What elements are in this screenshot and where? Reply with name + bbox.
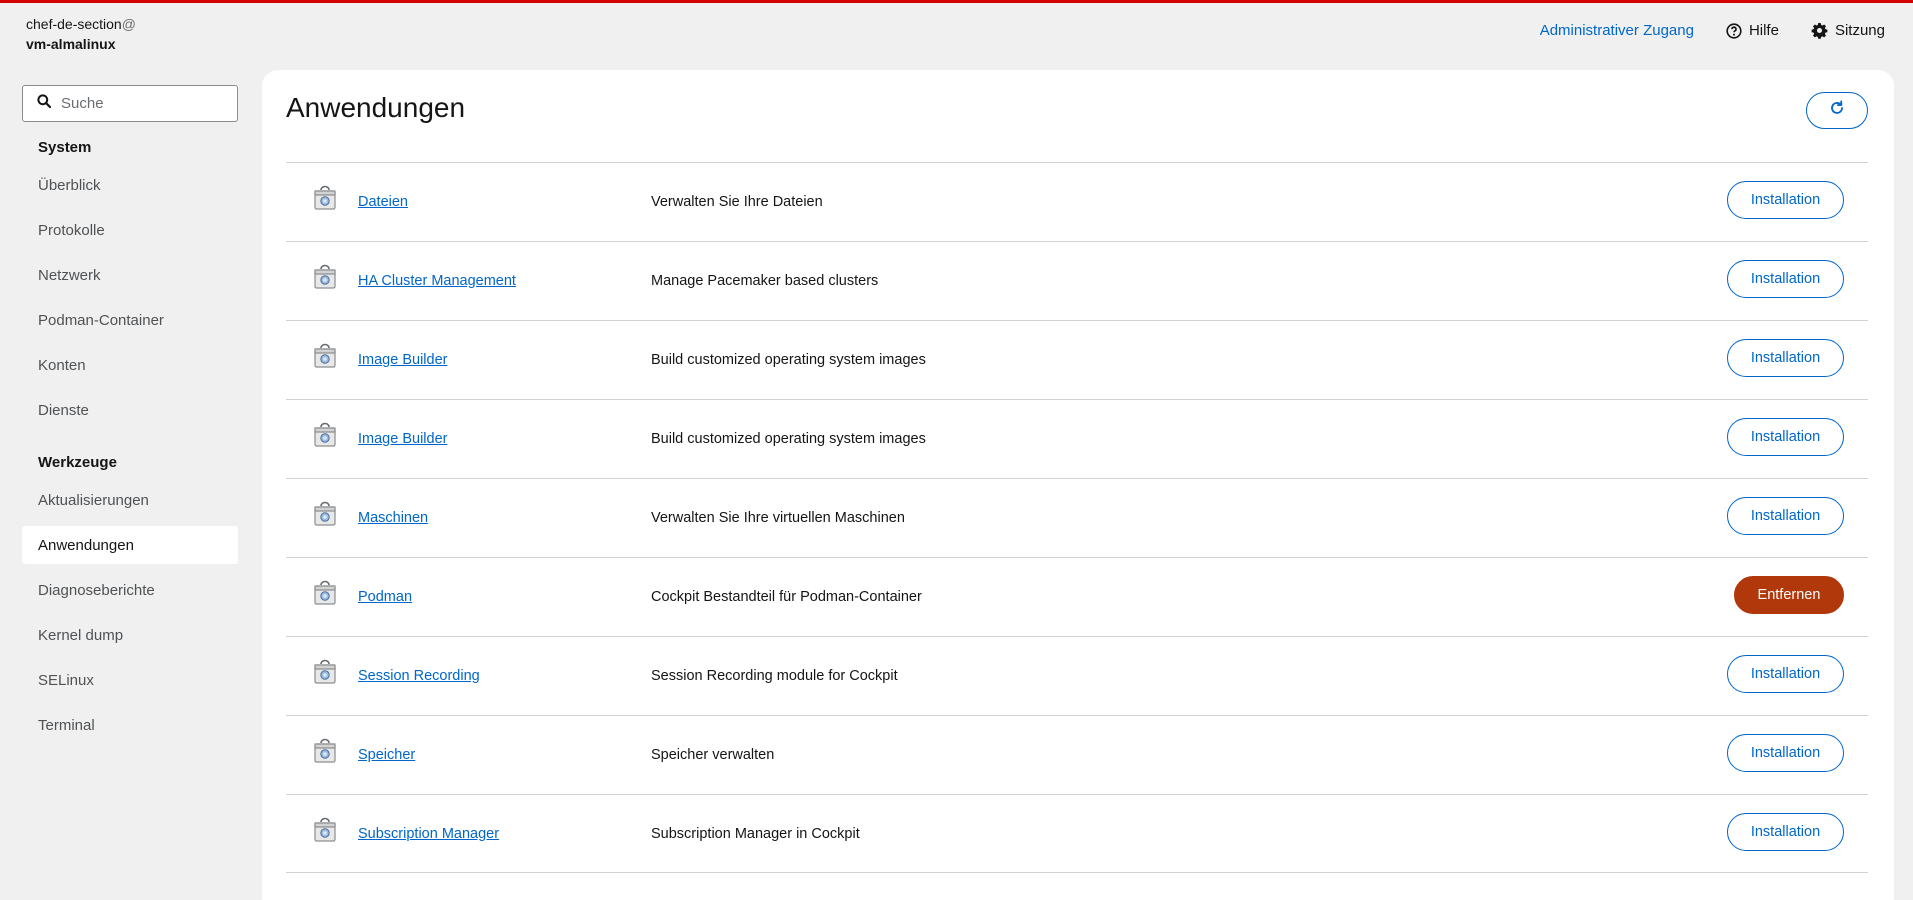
- sidebar-item-diagnoseberichte[interactable]: Diagnoseberichte: [22, 571, 238, 609]
- table-row: Podman Cockpit Bestandteil für Podman-Con…: [286, 557, 1868, 636]
- top-accent-line: [0, 0, 1913, 3]
- package-icon: [312, 185, 338, 216]
- package-icon: [312, 343, 338, 374]
- refresh-button[interactable]: [1806, 92, 1868, 129]
- app-name-link[interactable]: Image Builder: [358, 352, 447, 368]
- sidebar-item-kernel-dump[interactable]: Kernel dump: [22, 616, 238, 654]
- help-icon: [1726, 22, 1742, 39]
- sidebar-item-dienste[interactable]: Dienste: [22, 391, 238, 429]
- package-icon: [312, 738, 338, 769]
- app-name-link[interactable]: Session Recording: [358, 668, 480, 684]
- sidebar-search[interactable]: [22, 85, 238, 122]
- admin-access-link[interactable]: Administrativer Zugang: [1540, 22, 1694, 39]
- package-icon: [312, 264, 338, 295]
- sidebar-item-selinux[interactable]: SELinux: [22, 661, 238, 699]
- install-button[interactable]: Installation: [1727, 813, 1844, 851]
- remove-button[interactable]: Entfernen: [1734, 576, 1844, 614]
- table-row: Image Builder Build customized operating …: [286, 399, 1868, 478]
- sidebar-item-anwendungen[interactable]: Anwendungen: [22, 526, 238, 564]
- sidebar-item-podman-container[interactable]: Podman-Container: [22, 301, 238, 339]
- app-name-link[interactable]: Dateien: [358, 194, 408, 210]
- table-row: Session Recording Session Recording modul…: [286, 636, 1868, 715]
- host-switcher[interactable]: chef-de-section@ vm-almalinux: [26, 14, 136, 54]
- search-input[interactable]: [61, 95, 221, 112]
- app-description: Build customized operating system images: [651, 431, 926, 447]
- install-button[interactable]: Installation: [1727, 655, 1844, 693]
- package-icon: [312, 659, 338, 690]
- applications-table: Dateien Verwalten Sie Ihre Dateien Install…: [286, 162, 1868, 873]
- sidebar-item-netzwerk[interactable]: Netzwerk: [22, 256, 238, 294]
- table-row: Maschinen Verwalten Sie Ihre virtuellen M…: [286, 478, 1868, 557]
- package-icon: [312, 580, 338, 611]
- session-label: Sitzung: [1834, 22, 1885, 39]
- install-button[interactable]: Installation: [1727, 497, 1844, 535]
- app-name-link[interactable]: Podman: [358, 589, 412, 605]
- refresh-icon: [1829, 100, 1845, 121]
- app-name-link[interactable]: Image Builder: [358, 431, 447, 447]
- sidebar-item-aktualisierungen[interactable]: Aktualisierungen: [22, 481, 238, 519]
- table-row: Dateien Verwalten Sie Ihre Dateien Install…: [286, 162, 1868, 241]
- top-navigation: Administrativer Zugang Hilfe Sitzung: [1540, 22, 1885, 39]
- app-name-link[interactable]: HA Cluster Management: [358, 273, 516, 289]
- package-icon: [312, 817, 338, 848]
- gear-icon: [1811, 22, 1828, 39]
- table-row: Subscription Manager Subscription Manager…: [286, 794, 1868, 873]
- host-user: chef-de-section@: [26, 16, 136, 32]
- app-description: Cockpit Bestandteil für Podman-Container: [651, 589, 922, 605]
- app-description: Manage Pacemaker based clusters: [651, 273, 879, 289]
- session-menu[interactable]: Sitzung: [1811, 22, 1885, 39]
- app-description: Session Recording module for Cockpit: [651, 668, 898, 684]
- package-icon: [312, 501, 338, 532]
- host-machine: vm-almalinux: [26, 36, 116, 52]
- install-button[interactable]: Installation: [1727, 734, 1844, 772]
- table-row: Speicher Speicher verwalten Installation: [286, 715, 1868, 794]
- sidebar-item-terminal[interactable]: Terminal: [22, 706, 238, 744]
- nav-section-werkzeuge: Werkzeuge: [38, 454, 117, 471]
- nav-section-system: System: [38, 139, 92, 156]
- sidebar-item-konten[interactable]: Konten: [22, 346, 238, 384]
- sidebar-item-ueberblick[interactable]: Überblick: [22, 166, 238, 204]
- install-button[interactable]: Installation: [1727, 260, 1844, 298]
- app-name-link[interactable]: Speicher: [358, 747, 415, 763]
- page-title: Anwendungen: [286, 92, 466, 123]
- install-button[interactable]: Installation: [1727, 181, 1844, 219]
- app-description: Speicher verwalten: [651, 747, 775, 763]
- help-menu[interactable]: Hilfe: [1726, 22, 1779, 39]
- app-description: Verwalten Sie Ihre Dateien: [651, 194, 823, 210]
- app-description: Subscription Manager in Cockpit: [651, 825, 860, 842]
- sidebar-item-protokolle[interactable]: Protokolle: [22, 211, 238, 249]
- app-name-link[interactable]: Maschinen: [358, 510, 428, 526]
- app-name-link[interactable]: Subscription Manager: [358, 826, 499, 842]
- table-row: Image Builder Build customized operating …: [286, 320, 1868, 399]
- package-icon: [312, 422, 338, 453]
- table-row: HA Cluster Management Manage Pacemaker ba…: [286, 241, 1868, 320]
- install-button[interactable]: Installation: [1727, 339, 1844, 377]
- applications-panel: Anwendungen Dateien Verwalten Sie Ihre Da…: [262, 70, 1894, 900]
- search-icon: [37, 94, 52, 113]
- app-description: Verwalten Sie Ihre virtuellen Maschinen: [651, 510, 905, 526]
- app-description: Build customized operating system images: [651, 352, 926, 368]
- install-button[interactable]: Installation: [1727, 418, 1844, 456]
- help-label: Hilfe: [1748, 22, 1779, 39]
